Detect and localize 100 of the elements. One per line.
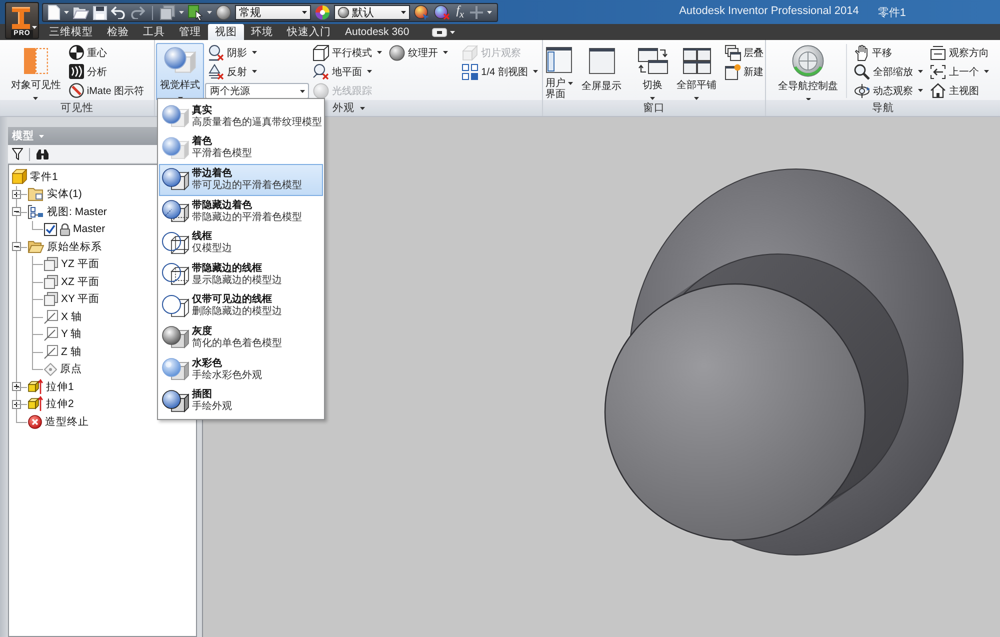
menu-item[interactable]: 仅带可见边的线框 删除隐藏边的模型边 (159, 290, 323, 322)
caret-icon[interactable] (360, 106, 364, 110)
tree-item[interactable]: Z 轴 (44, 344, 84, 359)
tree-item[interactable]: 实体(1) (28, 187, 84, 202)
rounded-rectangle-icon[interactable] (432, 28, 448, 36)
expand-icon[interactable] (12, 190, 21, 199)
ribbon-button[interactable]: 1/4 剖视图 (459, 62, 541, 81)
ribbon-button[interactable]: 全部缩放 (851, 62, 926, 81)
expand-icon[interactable] (12, 382, 21, 392)
switch-windows-icon (638, 48, 668, 74)
browser-title: 模型 (12, 129, 34, 143)
sphere-icon[interactable] (216, 5, 231, 20)
window-title: Autodesk Inventor Professional 2014 (679, 4, 859, 18)
caret-icon[interactable] (178, 11, 184, 14)
ribbon-button[interactable]: 纹理开 (386, 43, 452, 62)
open-folder-icon[interactable] (73, 6, 89, 19)
ribbon-tab[interactable]: 视图 (208, 24, 244, 40)
color-ball-cross-icon[interactable] (434, 5, 450, 20)
binoculars-icon[interactable] (36, 148, 49, 160)
tree-item[interactable]: Y 轴 (44, 327, 84, 342)
sphere-cube-icon (162, 105, 189, 128)
sphere-cube-icon (162, 326, 189, 350)
undo-icon[interactable] (111, 6, 126, 19)
tree-item[interactable]: 原点 (44, 362, 84, 376)
appearance-dropdown[interactable]: 默认 (334, 5, 410, 20)
ribbon-button[interactable]: 重心 (66, 43, 148, 62)
cascade-windows-icon (724, 44, 740, 60)
tree-item[interactable]: XY 平面 (44, 292, 102, 306)
tree-item[interactable]: XZ 平面 (44, 274, 102, 289)
document-title: 零件1 (878, 6, 906, 20)
style-dropdown[interactable]: 常规 (234, 5, 312, 20)
tree-item[interactable]: 视图: Master (28, 204, 109, 219)
ribbon-button[interactable]: 反射 (205, 62, 310, 81)
tree-item[interactable]: 拉伸1 (28, 378, 76, 395)
caret-icon[interactable] (64, 11, 69, 14)
ribbon-tab[interactable]: 检验 (100, 24, 136, 40)
menu-item[interactable]: 带隐藏边的线框 显示隐藏边的模型边 (159, 258, 323, 291)
ribbon-tab[interactable]: 环境 (244, 24, 280, 40)
plus-icon[interactable] (470, 6, 483, 19)
menu-item[interactable]: 着色 平滑着色模型 (159, 132, 323, 164)
new-document-icon[interactable] (48, 5, 60, 20)
ribbon-button[interactable]: iMate 图示符 (66, 81, 148, 100)
save-icon[interactable] (93, 6, 107, 20)
ribbon-button[interactable]: 新建 (722, 62, 766, 81)
collapse-icon[interactable] (12, 207, 21, 216)
tree-item[interactable]: 零件1 (12, 169, 60, 184)
tree-item[interactable]: 造型终止 (28, 414, 91, 429)
formula-button[interactable]: f$_{x}$ (454, 2, 466, 22)
ribbon-button[interactable]: 用户界面 (542, 43, 576, 101)
tree-item[interactable]: 拉伸2 (28, 396, 76, 412)
ribbon-button[interactable]: 平行模式 (310, 43, 386, 62)
checkbox[interactable] (44, 222, 57, 236)
tree-item[interactable]: YZ 平面 (44, 257, 102, 272)
ribbon-tab[interactable]: 快速入门 (280, 24, 338, 40)
ribbon-button[interactable]: 阴影 (205, 43, 310, 62)
redo-icon[interactable] (130, 6, 145, 19)
menu-item[interactable]: 带边着色 带可见边的平滑着色模型 (159, 164, 323, 196)
stacked-squares-icon[interactable] (160, 5, 175, 20)
menu-item[interactable]: 线框 仅模型边 (159, 227, 323, 259)
light-source-dropdown[interactable]: 两个光源 (205, 83, 310, 99)
color-wheel-icon[interactable] (315, 5, 330, 20)
cube-icon (12, 169, 27, 184)
expand-icon[interactable] (12, 400, 21, 409)
point-icon (44, 362, 57, 376)
ribbon-tab[interactable]: 管理 (172, 24, 208, 40)
ribbon-tab[interactable]: Autodesk 360 (338, 24, 416, 40)
cursor-box-icon[interactable] (188, 4, 203, 20)
ribbon-button[interactable]: 观察方向 (927, 43, 992, 62)
color-ball-icon[interactable] (414, 5, 430, 20)
tree-item[interactable]: 原始坐标系 (28, 240, 104, 254)
menu-item[interactable]: 灰度 简化的单色着色模型 (159, 322, 323, 354)
plane-icon (44, 292, 58, 306)
ribbon-tab[interactable]: 工具 (136, 24, 172, 40)
ribbon-tab[interactable]: 三维模型 (42, 24, 100, 40)
caret-icon[interactable] (206, 11, 212, 14)
ribbon-button[interactable]: 全部平铺 (672, 43, 720, 101)
ribbon-button[interactable]: 对象可见性 (6, 43, 65, 101)
sphere-icon (389, 44, 406, 60)
open-folder-icon (28, 240, 44, 254)
menu-item[interactable]: 水彩色 手绘水彩色外观 (159, 354, 323, 386)
plane-icon (44, 257, 58, 272)
caret-icon[interactable] (486, 11, 492, 14)
menu-item[interactable]: 插图 手绘外观 (159, 385, 323, 417)
ribbon-button[interactable]: 地平面 (310, 62, 386, 81)
sphere-cube-icon (162, 168, 189, 192)
tree-item[interactable]: Master (44, 222, 108, 236)
caret-icon[interactable] (450, 30, 456, 34)
menu-item[interactable]: 带隐藏边着色 带隐藏边的平滑着色模型 (159, 196, 323, 228)
ribbon-button[interactable]: 层叠 (722, 43, 766, 62)
tree-item[interactable]: X 轴 (44, 310, 84, 324)
ribbon-button[interactable]: 分析 (66, 62, 148, 81)
sphere-cross-icon (208, 44, 224, 60)
ribbon-button[interactable]: 视觉样式 (156, 43, 204, 101)
menu-item[interactable]: 真实 高质量着色的逼真带纹理模型 (159, 101, 323, 133)
ribbon-button[interactable]: 主视图 (927, 81, 992, 100)
ribbon-button[interactable]: 切换 (634, 43, 672, 101)
filter-icon[interactable] (12, 148, 23, 160)
collapse-icon[interactable] (12, 242, 21, 252)
ribbon-button[interactable]: 上一个 (927, 62, 992, 81)
ribbon-button[interactable]: 全屏显示 (578, 43, 626, 100)
